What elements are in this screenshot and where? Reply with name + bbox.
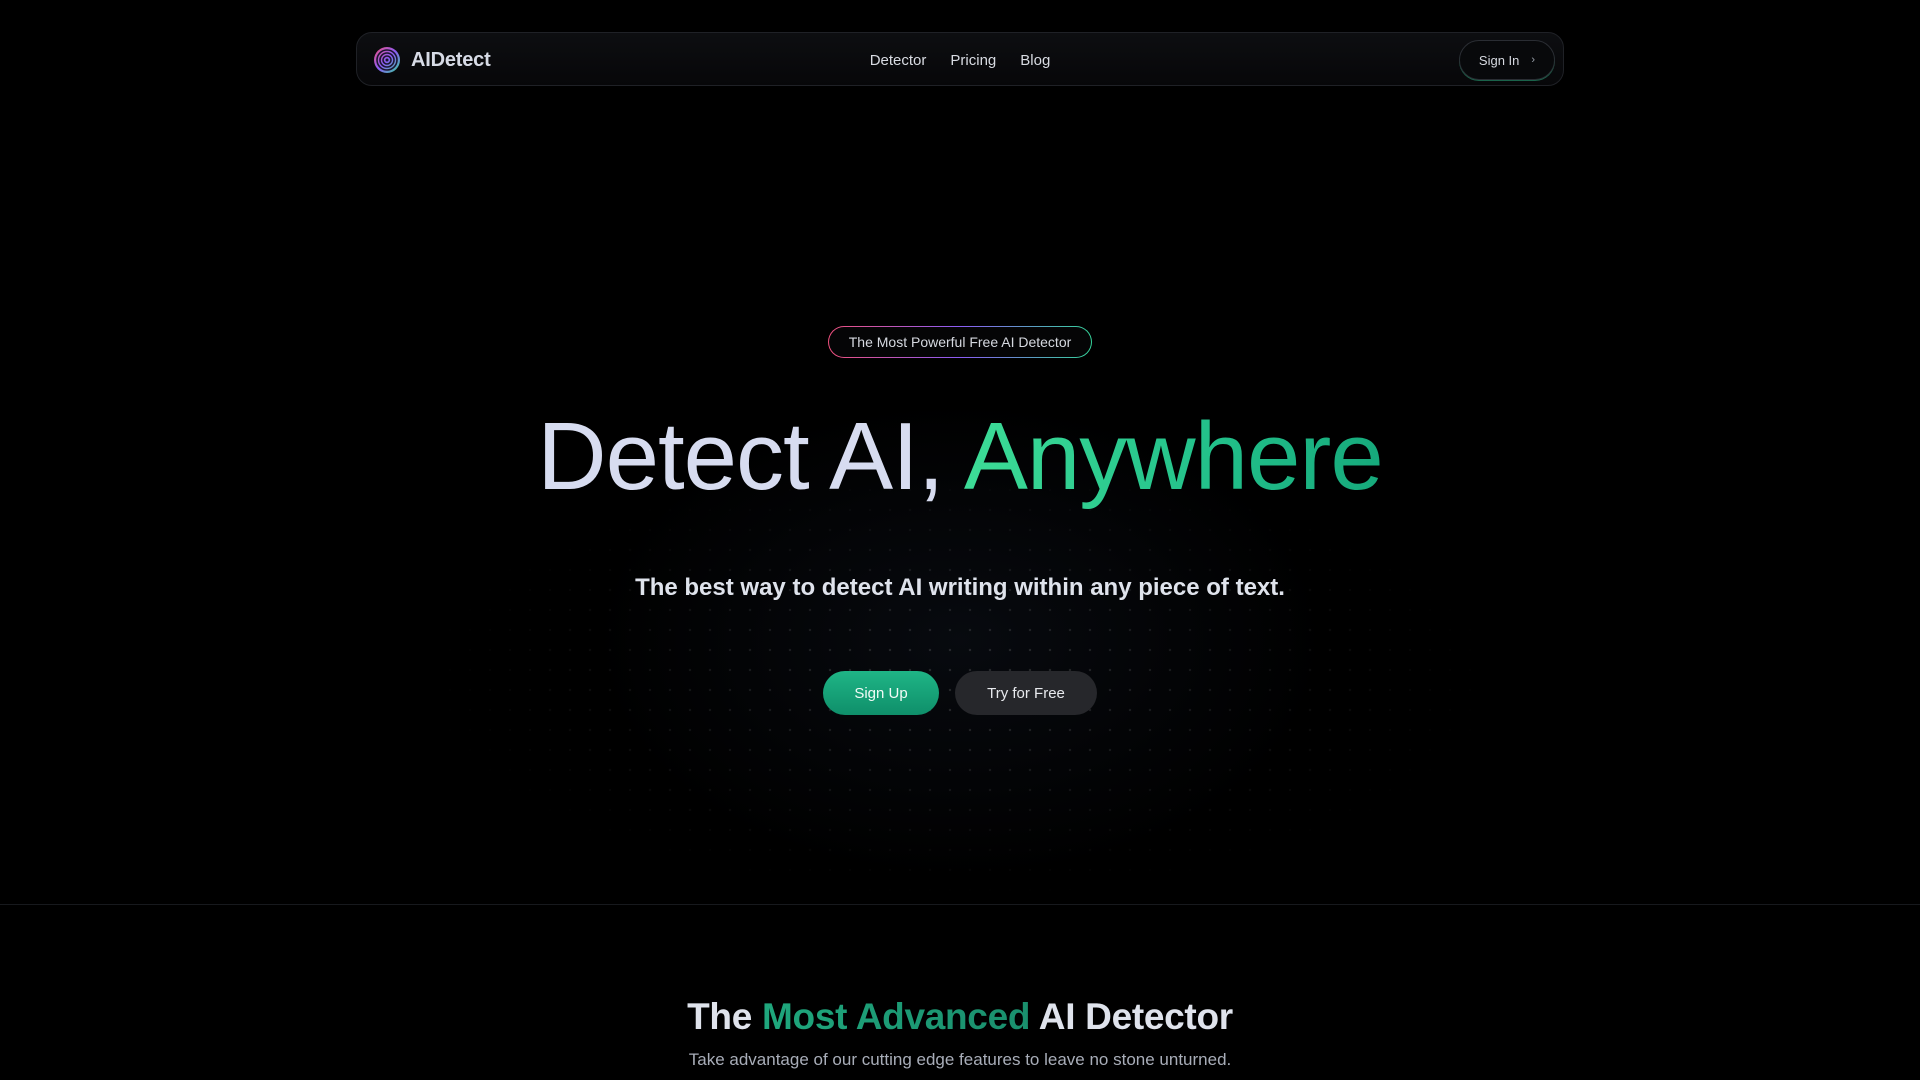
logo-icon	[374, 47, 400, 73]
try-for-free-button[interactable]: Try for Free	[955, 671, 1097, 715]
chevron-right-icon: ›	[1531, 54, 1536, 66]
sign-up-button[interactable]: Sign Up	[823, 671, 939, 715]
navbar: AIDetect Detector Pricing Blog Sign In ›	[356, 32, 1564, 86]
nav-link-detector[interactable]: Detector	[870, 52, 927, 69]
features-title-highlight: Most Advanced	[762, 996, 1031, 1037]
landing-page: AIDetect Detector Pricing Blog Sign In ›…	[0, 0, 1920, 1080]
features-subtitle: Take advantage of our cutting edge featu…	[688, 1050, 1232, 1069]
section-divider	[0, 904, 1920, 905]
nav-links: Detector Pricing Blog	[357, 33, 1563, 87]
features-title-part3: AI Detector	[1030, 996, 1233, 1037]
hero-subtitle: The best way to detect AI writing within…	[635, 574, 1285, 601]
brand-home-link[interactable]: AIDetect	[373, 46, 491, 74]
hero-title: Detect AI, Anywhere	[0, 402, 1920, 512]
features-title-part1: The	[687, 996, 762, 1037]
nav-link-pricing[interactable]: Pricing	[950, 52, 996, 69]
hero-cta-row: Sign Up Try for Free	[0, 671, 1920, 715]
nav-link-blog[interactable]: Blog	[1020, 52, 1050, 69]
hero-title-part1: Detect AI,	[537, 403, 964, 510]
hero-title-highlight: Anywhere	[963, 403, 1384, 510]
hero-badge: The Most Powerful Free AI Detector	[828, 326, 1092, 358]
sign-in-label: Sign In	[1478, 52, 1520, 68]
features-title: The Most Advanced AI Detector	[0, 996, 1920, 1038]
sign-in-button[interactable]: Sign In ›	[1459, 40, 1555, 80]
brand-name: AIDetect	[411, 48, 491, 71]
